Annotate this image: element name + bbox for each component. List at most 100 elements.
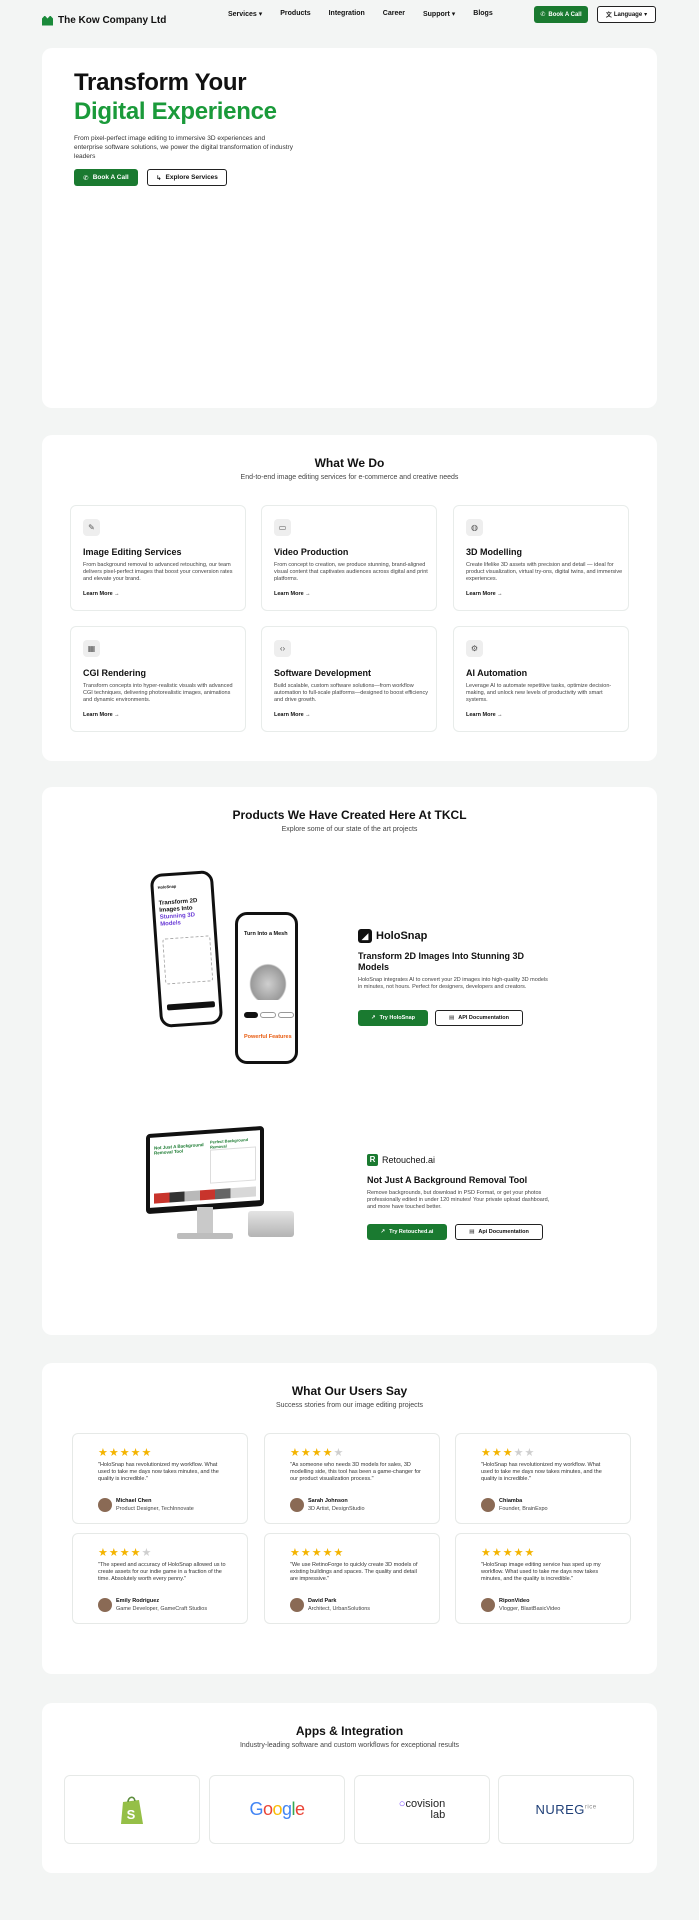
review-card: ★★★★★ "We use RetinoForge to quickly crea… <box>264 1533 440 1624</box>
service-desc: Transform concepts into hyper-realistic … <box>83 683 233 703</box>
nav-book-call-button[interactable]: ✆ Book A Call <box>534 6 588 23</box>
rating-stars: ★★★★★ <box>98 1546 152 1559</box>
reviewer-name: Chiamba <box>499 1498 523 1504</box>
avatar <box>481 1598 495 1612</box>
review-quote: "As someone who needs 3D models for sale… <box>290 1462 421 1482</box>
apps-title: Apps & Integration <box>295 1724 404 1738</box>
rating-stars: ★★★★★ <box>290 1546 344 1559</box>
hero-book-call-button[interactable]: ✆ Book A Call <box>74 169 138 186</box>
review-quote: "The speed and accuracy of HoloSnap allo… <box>98 1562 226 1582</box>
phone-icon: ✆ <box>83 174 89 182</box>
explore-services-button[interactable]: ↳ Explore Services <box>147 169 227 186</box>
menu-item-career[interactable]: Career <box>383 10 405 18</box>
review-card: ★★★★★ "HoloSnap image editing service has… <box>455 1533 631 1624</box>
code-icon: ‹› <box>274 640 291 657</box>
try-holosnap-button[interactable]: ↗ Try HoloSnap <box>358 1010 428 1026</box>
star-icon: ★ <box>141 1447 153 1459</box>
star-icon: ★ <box>481 1447 492 1459</box>
star-icon: ★ <box>119 1447 131 1459</box>
star-icon: ★ <box>290 1447 301 1459</box>
service-title: 3D Modelling <box>466 547 522 557</box>
service-title: CGI Rendering <box>83 668 147 678</box>
hero-title-line2: Digital Experience <box>74 98 277 125</box>
menu-item-integration[interactable]: Integration <box>329 10 365 18</box>
reviewer-role: 3D Artist, DesignStudio <box>308 1506 365 1512</box>
holosnap-api-docs-label: API Documentation <box>458 1015 509 1021</box>
star-icon: ★ <box>524 1447 536 1459</box>
menu-item-blogs[interactable]: Blogs <box>473 10 492 18</box>
holosnap-api-docs-button[interactable]: ▤ API Documentation <box>435 1010 523 1026</box>
hero-title-line1: Transform Your <box>74 69 247 96</box>
service-card-software-development[interactable]: ‹› Software Development Build scalable, … <box>261 626 437 732</box>
review-card: ★★★★★ "As someone who needs 3D models for… <box>264 1433 440 1524</box>
learn-more-link[interactable]: Learn More → <box>274 712 311 718</box>
google-letter: g <box>282 1799 292 1819</box>
google-letter: e <box>295 1799 305 1819</box>
services-subtitle: End-to-end image editing services for e-… <box>240 474 459 481</box>
service-title: Software Development <box>274 668 372 678</box>
learn-more-link[interactable]: Learn More → <box>466 591 503 597</box>
menu-item-products[interactable]: Products <box>280 10 310 18</box>
reviewer-role: Game Developer, GameCraft Studios <box>116 1606 208 1612</box>
arrow-icon: ↳ <box>156 174 162 182</box>
video-icon: ▭ <box>274 519 291 536</box>
rating-stars: ★★★★★ <box>290 1446 344 1459</box>
star-icon: ★ <box>524 1547 536 1559</box>
service-card-video-production[interactable]: ▭ Video Production From concept to creat… <box>261 505 437 611</box>
try-retouched-button[interactable]: ↗ Try Retouched.ai <box>367 1224 447 1240</box>
service-desc: Build scalable, custom software solution… <box>274 683 428 703</box>
menu-item-services[interactable]: Services ▾ <box>228 10 262 18</box>
phone1-heading: Transform 2D Images Into Stunning 3D Mod… <box>159 897 214 929</box>
service-card-cgi-rendering[interactable]: ▦ CGI Rendering Transform concepts into … <box>70 626 246 732</box>
learn-more-link[interactable]: Learn More → <box>83 591 120 597</box>
review-quote: "HoloSnap has revolutionized my workflow… <box>98 1462 219 1482</box>
rating-stars: ★★★★★ <box>98 1446 152 1459</box>
reviewer-name: Emily Rodriguez <box>116 1598 160 1604</box>
brand-logo[interactable]: The Kow Company Ltd <box>42 15 166 26</box>
covision-wordmark: ○covision lab <box>399 1798 445 1821</box>
partner-nureg[interactable]: NUREGrice <box>498 1775 634 1844</box>
star-icon: ★ <box>491 1447 503 1459</box>
star-icon: ★ <box>513 1547 525 1559</box>
review-card: ★★★★★ "The speed and accuracy of HoloSnap… <box>72 1533 248 1624</box>
partner-shopify[interactable]: S <box>64 1775 200 1844</box>
reviews-title: What Our Users Say <box>291 1384 408 1398</box>
holosnap-phone-logo: HoloSnap <box>157 883 177 890</box>
avatar <box>98 1598 112 1612</box>
retouched-api-docs-button[interactable]: ▤ Api Documentation <box>455 1224 543 1240</box>
service-card-image-editing[interactable]: ✎ Image Editing Services From background… <box>70 505 246 611</box>
reviewer-role: Architect, UrbanSolutions <box>308 1606 371 1612</box>
star-icon: ★ <box>300 1547 312 1559</box>
service-card-3d-modelling[interactable]: ◍ 3D Modelling Create lifelike 3D assets… <box>453 505 629 611</box>
products-title: Products We Have Created Here At TKCL <box>232 808 467 822</box>
star-icon: ★ <box>108 1447 120 1459</box>
partner-google[interactable]: Google <box>209 1775 345 1844</box>
service-desc: From concept to creation, we produce stu… <box>274 562 428 582</box>
phone2-heading: Turn Into a Mesh <box>244 931 288 937</box>
learn-more-link[interactable]: Learn More → <box>466 712 503 718</box>
language-label: Language <box>613 11 643 18</box>
star-icon: ★ <box>130 1547 142 1559</box>
phone2-tabs <box>244 1012 294 1018</box>
avatar <box>98 1498 112 1512</box>
star-icon: ★ <box>98 1447 109 1459</box>
star-icon: ★ <box>322 1447 334 1459</box>
holosnap-name: HoloSnap <box>376 930 428 942</box>
reviewer-role: Founder, BrainExpo <box>499 1506 548 1512</box>
reviews-subtitle: Success stories from our image editing p… <box>275 1402 424 1409</box>
learn-more-link[interactable]: Learn More → <box>274 591 311 597</box>
retouched-logo: R Retouched.ai <box>367 1154 435 1166</box>
apps-subtitle: Industry-leading software and custom wor… <box>239 1742 460 1749</box>
service-desc: Create lifelike 3D assets with precision… <box>466 562 623 582</box>
screen-thumbnails <box>154 1186 256 1204</box>
partner-covision-lab[interactable]: ○covision lab <box>354 1775 490 1844</box>
reviewer-name: RiponVideo <box>499 1598 530 1604</box>
language-button[interactable]: 文 Language ▾ <box>597 6 656 23</box>
learn-more-link[interactable]: Learn More → <box>83 712 120 718</box>
main-menu: Services ▾ Products Integration Career S… <box>228 10 511 18</box>
star-icon: ★ <box>502 1447 514 1459</box>
service-card-ai-automation[interactable]: ⚙ AI Automation Leverage AI to automate … <box>453 626 629 732</box>
menu-item-support[interactable]: Support ▾ <box>423 10 455 18</box>
service-desc: From background removal to advanced reto… <box>83 562 233 582</box>
retouched-title: Not Just A Background Removal Tool <box>367 1175 528 1185</box>
